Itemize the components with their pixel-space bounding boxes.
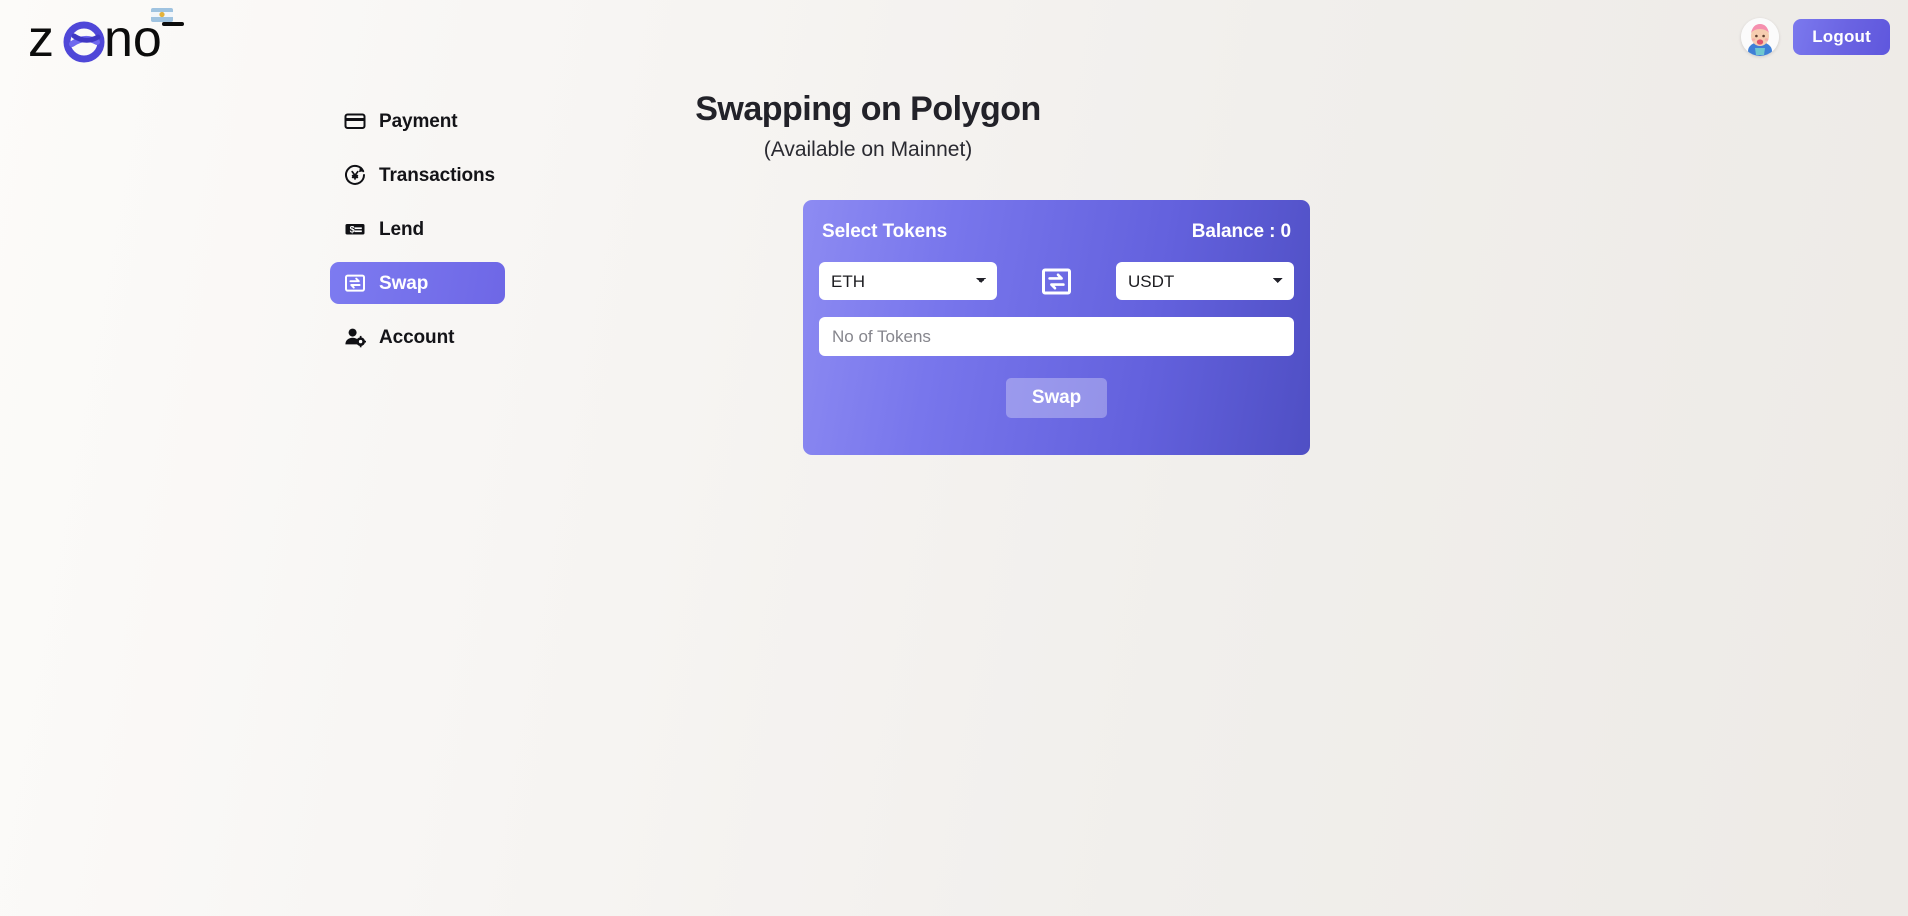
- sidebar-nav: Payment Transactions $ Lend Swap Account: [330, 100, 505, 358]
- swap-icon: [344, 272, 366, 294]
- credit-card-icon: [344, 110, 366, 132]
- swap-direction-icon[interactable]: [1041, 266, 1072, 297]
- sidebar-item-label: Transactions: [379, 164, 496, 186]
- svg-text:no: no: [104, 10, 162, 68]
- select-tokens-label: Select Tokens: [822, 221, 948, 242]
- sidebar-item-account[interactable]: Account: [330, 316, 505, 358]
- sidebar-item-label: Account: [379, 326, 455, 348]
- page-subtitle: (Available on Mainnet): [763, 138, 973, 161]
- lend-check-icon: $: [344, 218, 366, 240]
- swap-submit-button[interactable]: Swap: [1005, 378, 1108, 418]
- brand-logo[interactable]: z no: [22, 6, 202, 68]
- token-selection-row: ETH USDT DAI MATIC USDT ETH DAI MATIC: [819, 262, 1294, 300]
- page-title: Swapping on Polygon: [695, 90, 1041, 128]
- to-token-select[interactable]: USDT ETH DAI MATIC: [1116, 262, 1294, 300]
- token-amount-input[interactable]: [819, 317, 1294, 356]
- swap-card-header: Select Tokens Balance : 0: [819, 222, 1294, 241]
- sidebar-item-swap[interactable]: Swap: [330, 262, 505, 304]
- from-token-select[interactable]: ETH USDT DAI MATIC: [819, 262, 997, 300]
- swap-card: Select Tokens Balance : 0 ETH USDT DAI M…: [803, 200, 1310, 455]
- sidebar-item-transactions[interactable]: Transactions: [330, 154, 505, 196]
- sidebar-item-label: Payment: [379, 110, 458, 132]
- sidebar-item-label: Lend: [379, 218, 424, 240]
- main-content: Swapping on Polygon (Available on Mainne…: [505, 0, 1908, 916]
- svg-text:z: z: [28, 10, 54, 68]
- account-gear-icon: [344, 326, 366, 348]
- transaction-icon: [344, 164, 366, 186]
- sidebar-item-lend[interactable]: $ Lend: [330, 208, 505, 250]
- sidebar-item-payment[interactable]: Payment: [330, 100, 505, 142]
- sidebar-item-label: Swap: [379, 272, 429, 294]
- balance-label: Balance : 0: [1191, 221, 1291, 242]
- svg-text:$: $: [350, 224, 355, 234]
